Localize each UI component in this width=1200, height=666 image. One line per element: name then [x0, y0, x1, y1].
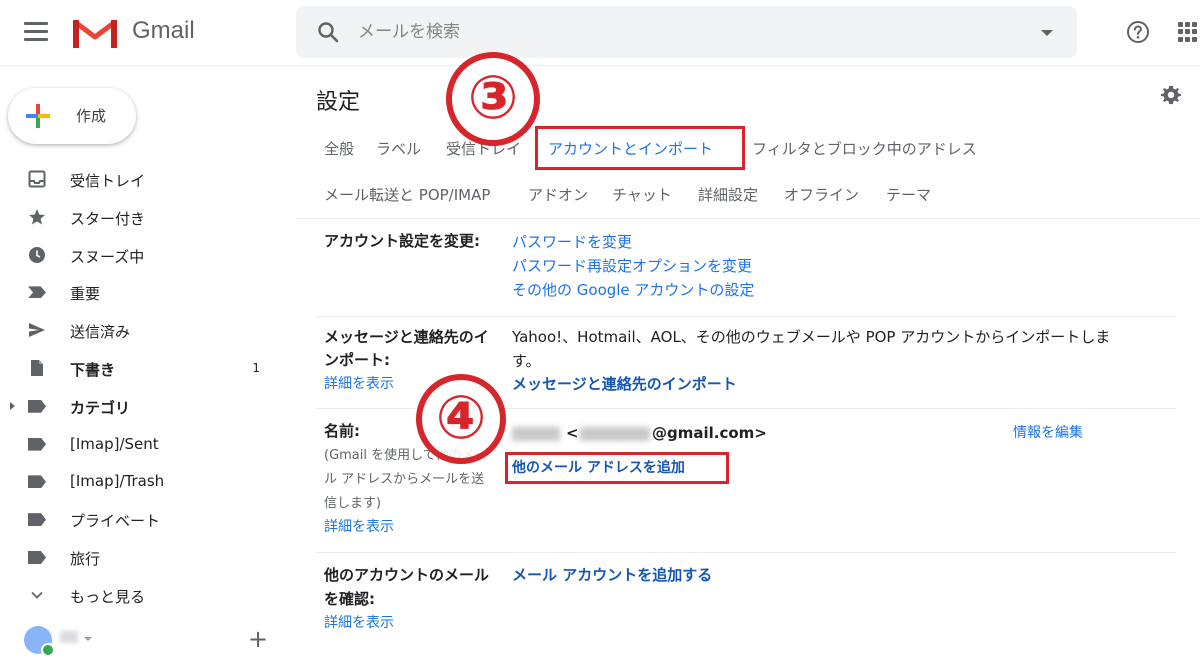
name-label: 名前: [324, 422, 360, 440]
search-options-icon[interactable] [1041, 30, 1053, 36]
tab-accounts-import[interactable]: アカウントとインポート [548, 138, 713, 159]
sidebar-item-label: 旅行 [70, 549, 101, 568]
sidebar-item-private[interactable]: プライベート [0, 500, 290, 538]
email-bracket-open: < [566, 424, 579, 442]
sidebar-item-travel[interactable]: 旅行 [0, 538, 290, 576]
label-icon [28, 475, 46, 489]
clock-icon [29, 246, 45, 263]
import-description-line2: す。 [512, 352, 541, 370]
annotation-step-4: ④ [416, 374, 506, 464]
gear-icon[interactable] [1160, 84, 1182, 106]
search-icon[interactable] [316, 20, 340, 44]
search-bar[interactable] [296, 6, 1077, 58]
tab-themes[interactable]: テーマ [886, 184, 931, 205]
sidebar-item-label: [Imap]/Sent [70, 434, 159, 453]
sidebar-item-label: もっと見る [70, 587, 146, 606]
send-icon [29, 323, 45, 338]
gmail-logo[interactable] [72, 16, 118, 50]
sidebar-item-more[interactable]: もっと見る [0, 576, 290, 614]
account-settings-label: アカウント設定を変更: [324, 232, 480, 250]
important-icon [28, 286, 46, 299]
tab-chat[interactable]: チャット [612, 184, 672, 205]
sidebar-nav: 受信トレイ スター付き スヌーズ中 重要 送信済み 下書き 1 カテゴリ [Im… [0, 160, 290, 614]
sidebar-item-label: プライベート [70, 512, 161, 531]
sidebar-item-inbox[interactable]: 受信トレイ [0, 160, 290, 198]
settings-panel: 設定 全般 ラベル 受信トレイ アカウントとインポート フィルタとブロック中のア… [296, 66, 1200, 666]
caret-down-icon[interactable] [84, 637, 92, 641]
sidebar-item-label: 下書き [70, 360, 116, 379]
inbox-icon [28, 170, 46, 188]
sidebar-item-label: スヌーズ中 [70, 247, 145, 266]
add-contact-button[interactable]: + [248, 627, 268, 651]
tab-advanced[interactable]: 詳細設定 [698, 184, 758, 205]
check-mail-details-link[interactable]: 詳細を表示 [324, 611, 394, 635]
avatar[interactable] [24, 626, 55, 657]
plus-icon [26, 104, 50, 128]
sidebar-item-label: [Imap]/Trash [70, 472, 165, 491]
name-sub-line2: ル アドレスからメールを送 [324, 472, 485, 487]
tab-offline[interactable]: オフライン [784, 184, 859, 205]
unread-count: 1 [252, 360, 260, 375]
check-mail-label-line1: 他のアカウントのメール [324, 566, 490, 584]
add-mail-account-link[interactable]: メール アカウントを追加する [512, 563, 712, 587]
user-name-blurred [60, 631, 78, 643]
sidebar-item-categories[interactable]: カテゴリ [0, 387, 290, 425]
sidebar-item-sent[interactable]: 送信済み [0, 311, 290, 349]
label-icon [28, 399, 46, 413]
import-details-link[interactable]: 詳細を表示 [324, 372, 394, 396]
check-mail-label-line2: を確認: [324, 590, 375, 608]
sidebar-item-label: 重要 [70, 285, 101, 304]
import-description-line1: Yahoo!、Hotmail、AOL、その他のウェブメールや POP アカウント… [512, 328, 1111, 346]
sidebar-item-label: 受信トレイ [70, 172, 146, 190]
email-domain: @gmail.com> [652, 424, 767, 442]
change-password-link[interactable]: パスワードを変更 [512, 230, 632, 254]
import-mail-contacts-link[interactable]: メッセージと連絡先のインポート [512, 372, 737, 396]
section-divider [316, 316, 1176, 317]
main-menu-icon[interactable] [24, 22, 48, 42]
draft-icon [31, 359, 43, 376]
sidebar-item-important[interactable]: 重要 [0, 273, 290, 311]
sidebar-item-label: 送信済み [70, 323, 131, 342]
sidebar-item-imap-trash[interactable]: [Imap]/Trash [0, 462, 290, 500]
redacted-name [512, 427, 560, 441]
compose-label: 作成 [76, 107, 107, 125]
import-label-line1: メッセージと連絡先のイ [324, 328, 489, 346]
sidebar-item-starred[interactable]: スター付き [0, 198, 290, 236]
import-label-line2: ンポート: [324, 351, 390, 369]
tab-labels[interactable]: ラベル [376, 138, 421, 159]
edit-info-link[interactable]: 情報を編集 [1013, 421, 1083, 445]
expand-arrow-icon[interactable] [10, 401, 15, 410]
app-name: Gmail [132, 17, 195, 44]
hangouts-user: + [0, 618, 290, 662]
add-email-address-link[interactable]: 他のメール アドレスを追加 [512, 456, 685, 480]
section-divider [316, 552, 1176, 553]
tab-general[interactable]: 全般 [324, 138, 354, 159]
sidebar-item-drafts[interactable]: 下書き 1 [0, 349, 290, 387]
annotation-step-3: ③ [446, 52, 540, 146]
label-icon [28, 437, 46, 451]
search-input[interactable] [358, 16, 998, 48]
sidebar-item-label: カテゴリ [70, 398, 131, 417]
tab-forwarding-pop-imap[interactable]: メール転送と POP/IMAP [324, 184, 490, 205]
sidebar-item-snoozed[interactable]: スヌーズ中 [0, 236, 290, 274]
label-icon [28, 513, 46, 527]
password-recovery-link[interactable]: パスワード再設定オプションを変更 [512, 254, 752, 278]
sidebar-item-imap-sent[interactable]: [Imap]/Sent [0, 425, 290, 463]
tabs-divider [296, 218, 1200, 219]
tab-filters[interactable]: フィルタとブロック中のアドレス [752, 138, 977, 159]
top-bar: Gmail [0, 0, 1200, 66]
page-title: 設定 [316, 90, 361, 115]
name-details-link[interactable]: 詳細を表示 [324, 515, 394, 539]
apps-grid-icon[interactable] [1178, 22, 1198, 42]
name-sub-line3: 信します) [324, 496, 382, 511]
compose-button[interactable]: 作成 [8, 88, 136, 144]
star-icon [29, 208, 45, 225]
chevron-down-icon [31, 591, 43, 599]
redacted-email [580, 427, 650, 441]
sidebar-item-label: スター付き [70, 209, 146, 228]
tab-addons[interactable]: アドオン [528, 184, 588, 205]
help-icon[interactable] [1126, 20, 1150, 44]
google-account-settings-link[interactable]: その他の Google アカウントの設定 [512, 278, 754, 302]
label-icon [28, 550, 46, 564]
